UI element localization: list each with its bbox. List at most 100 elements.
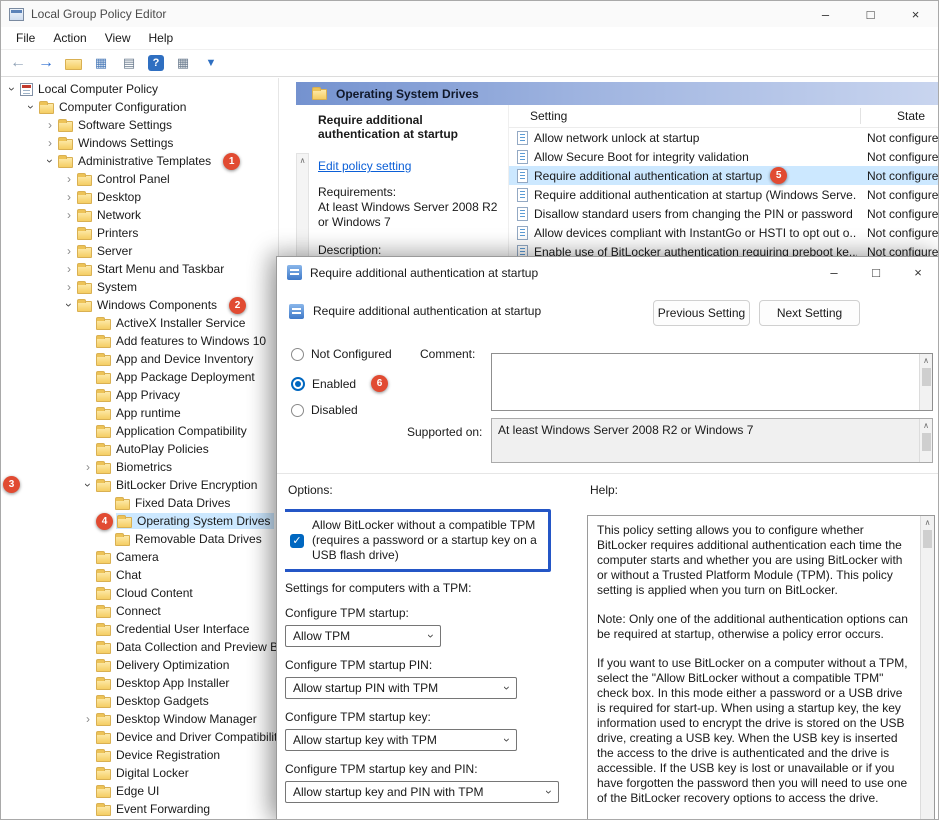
tree-item[interactable]: Digital Locker [1,764,278,782]
tree-item-body[interactable]: Start Menu and Taskbar [76,261,228,277]
radio-unchecked-icon[interactable] [291,404,304,417]
expander-icon[interactable]: › [62,280,76,294]
menu-view[interactable]: View [96,29,140,47]
tree-item[interactable]: ActiveX Installer Service [1,314,278,332]
tree-item[interactable]: › Server [1,242,278,260]
tree-item-body[interactable]: System [76,279,141,295]
setting-row[interactable]: Allow Secure Boot for integrity validati… [509,147,938,166]
tree-item-body[interactable]: Desktop [76,189,145,205]
minimize-button[interactable]: – [803,1,848,27]
tree-item[interactable]: Cloud Content [1,584,278,602]
tree-item-body[interactable]: Operating System Drives [116,513,274,529]
tree-item-body[interactable]: ActiveX Installer Service [95,315,249,331]
tree-item[interactable]: App runtime [1,404,278,422]
radio-checked-icon[interactable] [291,377,305,391]
up-one-level-icon[interactable] [65,59,82,70]
scroll-up-icon[interactable]: ∧ [921,516,934,529]
tree-item-body[interactable]: Biometrics [95,459,176,475]
tree-item[interactable]: Printers [1,224,278,242]
tree-item-body[interactable]: App and Device Inventory [95,351,257,367]
tree-item[interactable]: AutoPlay Policies [1,440,278,458]
tree-item[interactable]: › Administrative Templates 1 [1,152,278,170]
scroll-up-icon[interactable]: ∧ [297,154,308,167]
tree-item-body[interactable]: Desktop Gadgets [95,693,213,709]
tree-item[interactable]: Application Compatibility [1,422,278,440]
expander-icon[interactable]: › [43,118,57,132]
supported-on-scrollbar[interactable]: ∧ [919,419,932,462]
setting-row[interactable]: Allow network unlock at startup Not conf… [509,128,938,147]
menu-file[interactable]: File [7,29,44,47]
tree-item[interactable]: Device and Driver Compatibility [1,728,278,746]
tree-item[interactable]: › Start Menu and Taskbar [1,260,278,278]
expander-icon[interactable]: › [43,154,57,168]
tree-item-body[interactable]: Desktop App Installer [95,675,233,691]
dropdown[interactable]: Allow startup PIN with TPM › [285,677,517,699]
tree-item[interactable]: Data Collection and Preview Builds [1,638,278,656]
tree-item-body[interactable]: Administrative Templates [57,153,215,169]
tree-item-body[interactable]: Computer Configuration [38,99,190,115]
scroll-up-icon[interactable]: ∧ [920,419,932,432]
expander-icon[interactable]: › [43,136,57,150]
setting-row[interactable]: Disallow standard users from changing th… [509,204,938,223]
tree-item-body[interactable]: Server [76,243,136,259]
tree-item-body[interactable]: Chat [95,567,145,583]
details-view-icon[interactable]: ▦ [174,54,192,72]
tree-item-body[interactable]: Windows Settings [57,135,177,151]
setting-row[interactable]: Require additional authentication at sta… [509,166,938,185]
back-icon[interactable]: ← [9,54,27,72]
tree-item[interactable]: › Desktop Window Manager [1,710,278,728]
setting-column-header[interactable]: Setting [530,109,567,123]
tree-item[interactable]: Fixed Data Drives [1,494,278,512]
tree-item[interactable]: App Package Deployment [1,368,278,386]
tree-item[interactable]: › Windows Components 2 [1,296,278,314]
tree-item[interactable]: Delivery Optimization [1,656,278,674]
tree-item-body[interactable]: AutoPlay Policies [95,441,213,457]
tree-item[interactable]: App Privacy [1,386,278,404]
tree-item[interactable]: › Local Computer Policy [1,80,278,98]
tree-item[interactable]: Camera [1,548,278,566]
tree-item-body[interactable]: Delivery Optimization [95,657,233,673]
dropdown[interactable]: Allow startup key with TPM › [285,729,517,751]
tree-item-body[interactable]: Camera [95,549,163,565]
tree-item-body[interactable]: Device and Driver Compatibility [95,729,279,745]
expander-icon[interactable]: › [62,190,76,204]
help-icon[interactable]: ? [148,55,164,71]
dialog-close-button[interactable]: × [897,257,939,288]
tree-item-body[interactable]: Software Settings [57,117,176,133]
tree-item[interactable]: › Computer Configuration [1,98,278,116]
expander-icon[interactable]: › [62,262,76,276]
tree-item-body[interactable]: App runtime [95,405,185,421]
tree-item[interactable]: › Windows Settings [1,134,278,152]
setting-row[interactable]: Require additional authentication at sta… [509,185,938,204]
radio-enabled[interactable]: Enabled 6 [291,375,388,392]
tree-item-body[interactable]: Network [76,207,145,223]
tree-item[interactable]: › Biometrics [1,458,278,476]
forward-icon[interactable]: → [37,54,55,72]
dropdown[interactable]: Allow TPM › [285,625,441,647]
tree-item-body[interactable]: BitLocker Drive Encryption [95,477,261,493]
tree-item[interactable]: Edge UI [1,782,278,800]
tree-item-body[interactable]: Device Registration [95,747,224,763]
tree-item-body[interactable]: Desktop Window Manager [95,711,261,727]
tree-item[interactable]: Removable Data Drives [1,530,278,548]
expander-icon[interactable]: › [81,478,95,492]
tree-item[interactable]: 4 Operating System Drives [1,512,278,530]
dialog-minimize-button[interactable]: – [813,257,855,288]
comment-input[interactable] [491,353,933,411]
tree-item-body[interactable]: Local Computer Policy [19,81,162,97]
tree-item[interactable]: › Desktop [1,188,278,206]
comment-scrollbar[interactable]: ∧ [919,354,932,410]
filter-icon[interactable]: ▼ [202,54,220,72]
tree-item[interactable]: Add features to Windows 10 [1,332,278,350]
tree-item[interactable]: › BitLocker Drive Encryption 3 [1,476,278,494]
expander-icon[interactable]: › [81,712,95,726]
tree-item-body[interactable]: Data Collection and Preview Builds [95,639,279,655]
expander-icon[interactable]: › [81,460,95,474]
radio-disabled[interactable]: Disabled [291,403,358,417]
tree-item-body[interactable]: Digital Locker [95,765,193,781]
tree-item[interactable]: › Network [1,206,278,224]
tree-item[interactable]: › Software Settings [1,116,278,134]
tree-item[interactable]: › System [1,278,278,296]
tree-item[interactable]: Credential User Interface [1,620,278,638]
scroll-up-icon[interactable]: ∧ [920,354,932,367]
